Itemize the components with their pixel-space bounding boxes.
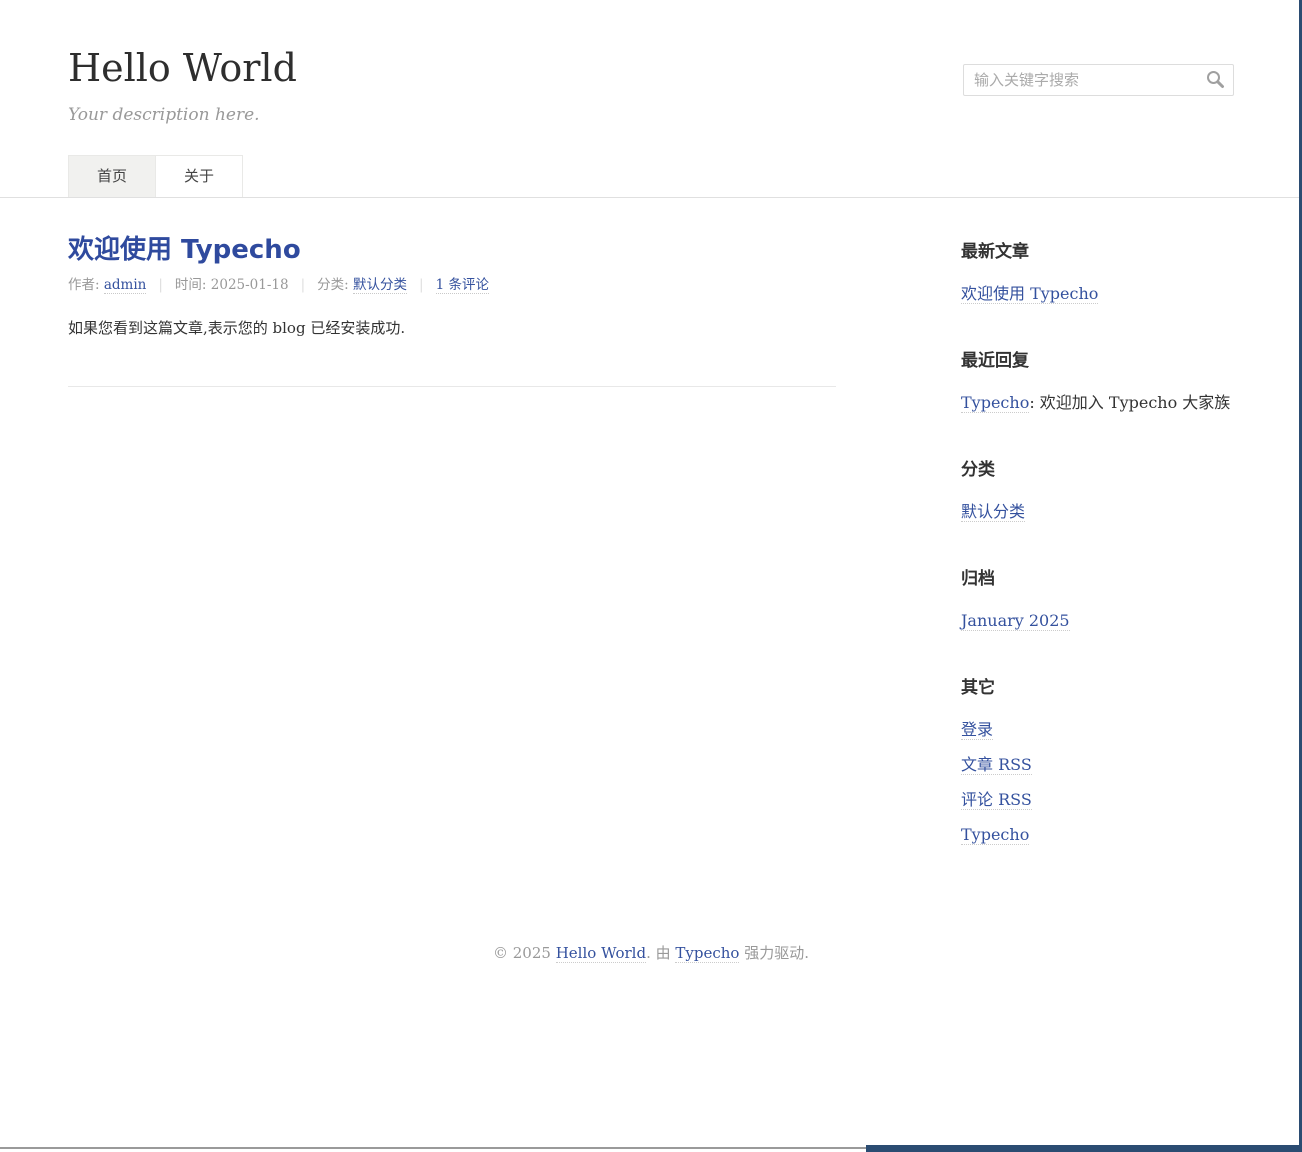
sidebar-widget: 最近回复 Typecho: 欢迎加入 Typecho 大家族: [961, 349, 1234, 414]
main-nav: 首页关于: [68, 155, 1234, 197]
widget-list-item: 默认分类: [961, 501, 1234, 523]
widget-title: 分类: [961, 458, 1234, 481]
date-label: 时间:: [175, 277, 211, 293]
author-label: 作者:: [68, 277, 104, 293]
widget-list: 欢迎使用 Typecho: [961, 283, 1234, 305]
widget-list: 默认分类: [961, 501, 1234, 523]
widget-list-item: January 2025: [961, 610, 1234, 632]
post-title: 欢迎使用 Typecho: [68, 236, 836, 264]
copyright: © 2025 Hello World. 由 Typecho 强力驱动.: [0, 944, 1302, 962]
bottom-navy-bar: [866, 1145, 1302, 1152]
nav-item-home[interactable]: 首页: [68, 155, 156, 197]
widget-link[interactable]: 评论 RSS: [961, 790, 1032, 810]
post: 欢迎使用 Typecho 作者: admin | 时间: 2025-01-18 | 分类…: [68, 236, 836, 387]
sidebar-widget: 最新文章欢迎使用 Typecho: [961, 240, 1234, 305]
widget-list-item: 欢迎使用 Typecho: [961, 283, 1234, 305]
widget-list-item: Typecho: [961, 824, 1234, 846]
site-title-link[interactable]: Hello World: [68, 46, 297, 90]
copyright-middle: . 由: [646, 944, 675, 962]
search-input[interactable]: [963, 64, 1234, 96]
category-label: 分类:: [317, 277, 353, 293]
widget-link[interactable]: 欢迎使用 Typecho: [961, 284, 1098, 304]
sidebar-widget: 归档 January 2025: [961, 567, 1234, 632]
meta-separator: |: [158, 277, 163, 293]
copyright-suffix: 强力驱动.: [739, 944, 809, 962]
widget-title: 最近回复: [961, 349, 1234, 372]
sidebar: 最新文章欢迎使用 Typecho最近回复Typecho: 欢迎加入 Typech…: [961, 198, 1234, 859]
nav-item-about[interactable]: 关于: [155, 155, 243, 197]
typecho-blog-page: { "site": { "title": "Hello World", "des…: [0, 0, 1302, 1152]
widget-link[interactable]: January 2025: [961, 611, 1070, 631]
widget-link[interactable]: 登录: [961, 720, 993, 740]
author-link[interactable]: admin: [104, 277, 147, 294]
post-list: 欢迎使用 Typecho 作者: admin | 时间: 2025-01-18 | 分类…: [68, 198, 836, 387]
widget-link[interactable]: Typecho: [961, 393, 1029, 413]
widget-link[interactable]: Typecho: [961, 825, 1029, 845]
post-meta: 作者: admin | 时间: 2025-01-18 | 分类: 默认分类 | 1 条评论: [68, 276, 836, 294]
widget-link[interactable]: 文章 RSS: [961, 755, 1032, 775]
widget-list-item: 登录: [961, 719, 1234, 741]
post-divider: [68, 386, 836, 387]
copyright-prefix: © 2025: [493, 944, 556, 962]
search-button[interactable]: [1197, 65, 1233, 95]
site-footer: © 2025 Hello World. 由 Typecho 强力驱动.: [0, 944, 1302, 962]
post-body: 如果您看到这篇文章,表示您的 blog 已经安装成功.: [68, 316, 836, 340]
widget-link[interactable]: 默认分类: [961, 502, 1025, 522]
site-description: Your description here.: [68, 104, 1234, 126]
meta-separator: |: [419, 277, 424, 293]
widget-list: 登录文章 RSS 评论 RSS Typecho: [961, 719, 1234, 846]
footer-site-link[interactable]: Hello World: [556, 944, 646, 963]
widget-item-text: : 欢迎加入 Typecho 大家族: [1029, 393, 1230, 412]
post-date: 2025-01-18: [211, 277, 289, 293]
widget-list: January 2025: [961, 610, 1234, 632]
widget-title: 归档: [961, 567, 1234, 590]
comments-link[interactable]: 1 条评论: [436, 277, 489, 294]
bottom-edge-line: [0, 1147, 868, 1149]
widget-list-item: 评论 RSS: [961, 789, 1234, 811]
widget-list-item: Typecho: 欢迎加入 Typecho 大家族: [961, 392, 1234, 414]
widget-title: 其它: [961, 676, 1234, 699]
search-form: [963, 64, 1234, 96]
widget-title: 最新文章: [961, 240, 1234, 263]
meta-separator: |: [301, 277, 306, 293]
sidebar-widget: 分类默认分类: [961, 458, 1234, 523]
search-icon: [1205, 77, 1225, 92]
site-header: Hello World Your description here. 首页关于: [0, 0, 1302, 198]
category-link[interactable]: 默认分类: [353, 277, 407, 294]
widget-list-item: 文章 RSS: [961, 754, 1234, 776]
widget-list: Typecho: 欢迎加入 Typecho 大家族: [961, 392, 1234, 414]
content-area: 欢迎使用 Typecho 作者: admin | 时间: 2025-01-18 | 分类…: [68, 198, 1234, 944]
sidebar-widget: 其它登录文章 RSS 评论 RSS Typecho: [961, 676, 1234, 846]
post-title-link[interactable]: 欢迎使用 Typecho: [68, 235, 301, 265]
footer-typecho-link[interactable]: Typecho: [675, 944, 739, 963]
